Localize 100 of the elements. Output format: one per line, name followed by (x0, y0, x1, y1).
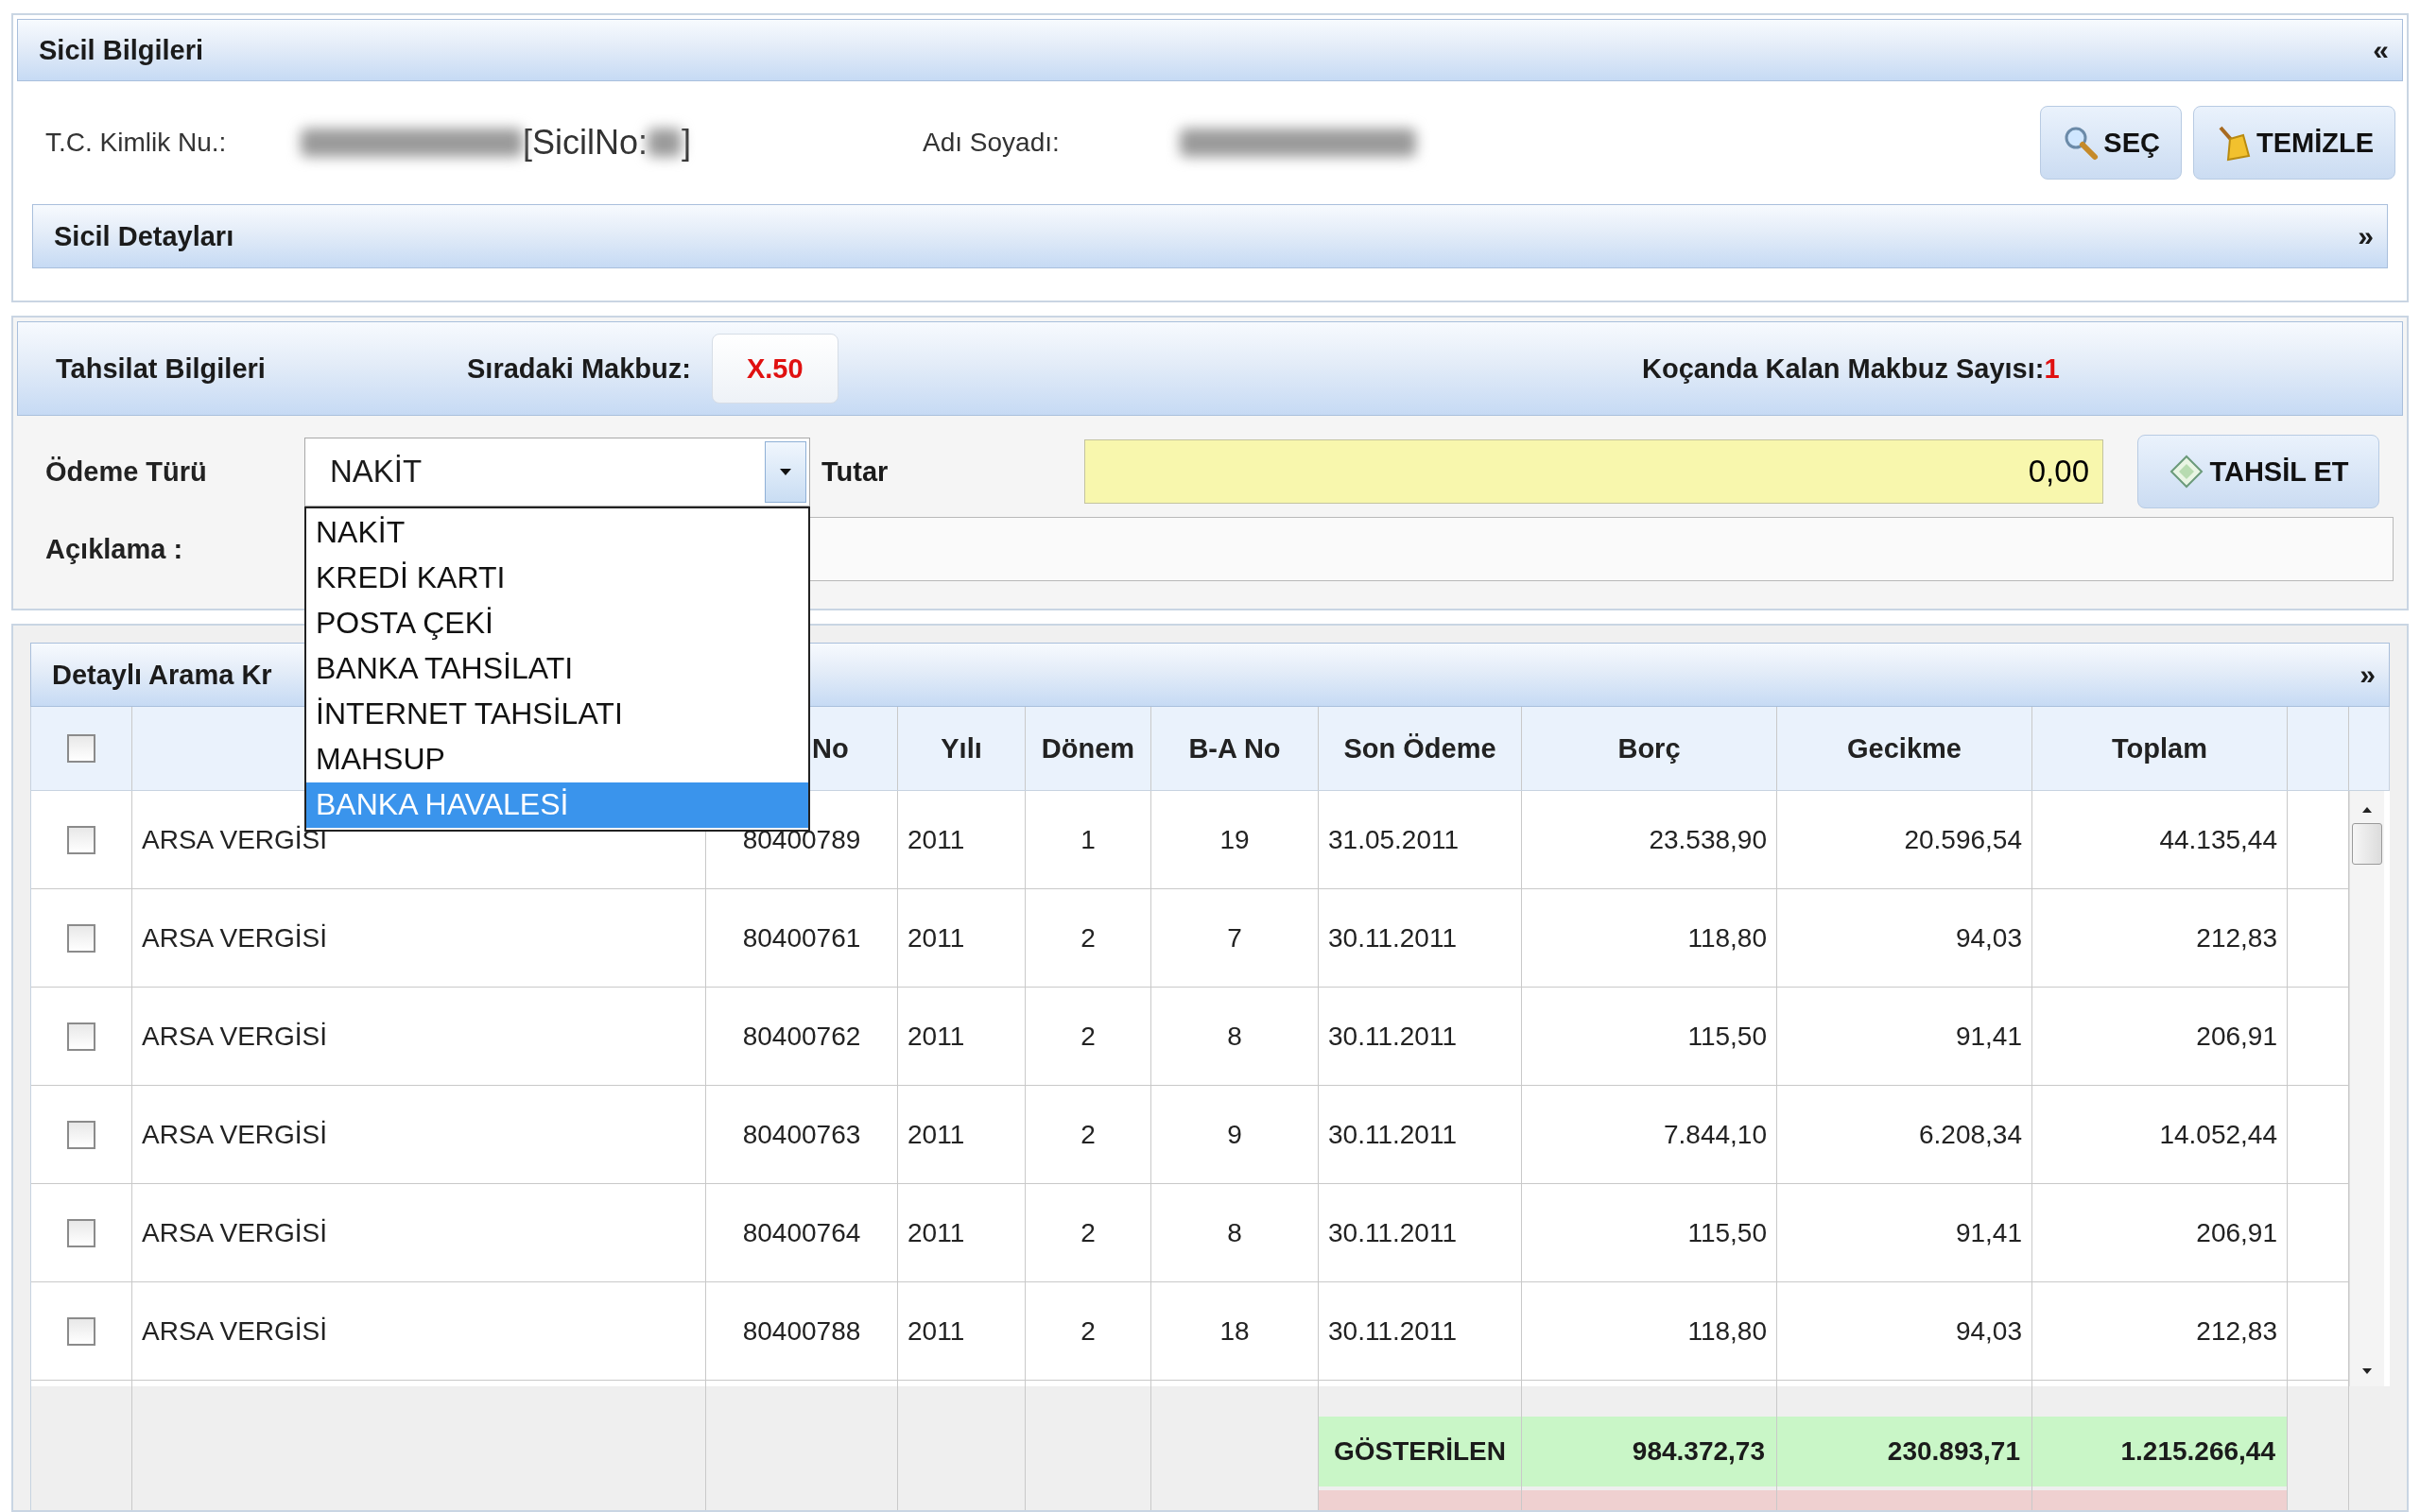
checkbox[interactable] (67, 825, 95, 854)
field-label: Tutar (821, 455, 890, 488)
table-cell: 80400763 (742, 1119, 861, 1150)
collapse-toggle[interactable]: « (2373, 34, 2389, 66)
sicil-number: [SicilNo: (523, 123, 648, 163)
remaining-count: 1 (2044, 352, 2060, 385)
table-cell: 80400761 (742, 922, 861, 954)
table-cell: 2011 (908, 1315, 965, 1347)
payment-type-dropdown[interactable]: NAKİT (304, 437, 810, 507)
section-header[interactable]: Sicil Detayları » (32, 204, 2388, 268)
table-cell: 20.596,54 (1904, 824, 2022, 855)
checkbox[interactable] (67, 1022, 95, 1051)
checkbox[interactable] (67, 1316, 95, 1346)
table-cell: 2011 (908, 824, 965, 855)
receipt-label: Sıradaki Makbuz: (467, 352, 691, 385)
column-header[interactable]: Borç (1617, 732, 1681, 765)
table-cell: ARSA VERGİSİ (142, 1021, 328, 1052)
table-cell: 14.052,44 (2159, 1119, 2277, 1150)
checkbox[interactable] (67, 923, 95, 953)
bracket: ] (682, 123, 692, 163)
table-cell: 31.05.2011 (1328, 824, 1460, 855)
table-cell: 1 (1080, 824, 1096, 855)
table-cell: 19 (1219, 824, 1250, 855)
section-title: Sicil Detayları (54, 220, 234, 252)
table-cell: 80400788 (742, 1315, 861, 1347)
field-label: Açıklama : (45, 533, 184, 565)
table-cell: 80400764 (742, 1217, 861, 1248)
clear-button[interactable]: TEMİZLE (2192, 106, 2395, 180)
dropdown-option[interactable]: KREDİ KARTI (306, 555, 808, 601)
table-cell: 2 (1080, 1315, 1096, 1347)
table-cell: 2011 (908, 1217, 965, 1248)
column-header[interactable]: Dönem (1041, 732, 1135, 765)
field-label: Ödeme Türü (45, 455, 208, 488)
scroll-thumb[interactable] (2352, 823, 2382, 865)
table-cell: 2011 (908, 922, 965, 954)
table-cell: 212,83 (2196, 922, 2277, 954)
dropdown-option[interactable]: BANKA TAHSİLATI (306, 645, 808, 692)
table-cell: 44.135,44 (2159, 824, 2277, 855)
table-cell: 30.11.2011 (1328, 922, 1457, 954)
table-cell: 206,91 (2196, 1021, 2277, 1052)
field-label: Adı Soyadı: (923, 128, 1061, 158)
table-cell: 94,03 (1955, 1315, 2022, 1347)
table-cell: 212,83 (2196, 1315, 2277, 1347)
table-cell: 2011 (908, 1119, 965, 1150)
total-value: 230.893,71 (1777, 1417, 2031, 1486)
total-label: GÖSTERİLEN (1319, 1417, 1521, 1486)
table-cell: 30.11.2011 (1328, 1217, 1457, 1248)
table-cell: 91,41 (1955, 1217, 2022, 1248)
table-cell: 2 (1080, 1119, 1096, 1150)
panel-title: Sicil Bilgileri (39, 34, 204, 66)
collect-button[interactable]: TAHSİL ET (2137, 435, 2379, 508)
column-header[interactable]: Toplam (2112, 732, 2207, 765)
column-header[interactable]: No (812, 732, 849, 765)
column-header[interactable]: Son Ödeme (1343, 732, 1496, 765)
total-value: 1.215.266,44 (2032, 1417, 2287, 1486)
expand-toggle[interactable]: » (2360, 659, 2376, 691)
dropdown-option[interactable]: MAHSUP (306, 736, 808, 782)
total-value: 984.372,73 (1522, 1417, 1776, 1486)
table-cell: 118,80 (1687, 922, 1767, 954)
table-cell: ARSA VERGİSİ (142, 1119, 328, 1150)
table-cell: 118,80 (1687, 1315, 1767, 1347)
table-cell: 115,50 (1687, 1021, 1767, 1052)
table-cell: 7 (1227, 922, 1242, 954)
column-header[interactable]: Gecikme (1847, 732, 1962, 765)
table-cell: 8 (1227, 1021, 1242, 1052)
panel-title: Tahsilat Bilgileri (56, 352, 266, 385)
table-cell: ARSA VERGİSİ (142, 922, 328, 954)
checkbox[interactable] (67, 1120, 95, 1149)
scrollbar[interactable] (2349, 791, 2384, 1386)
checkbox[interactable] (67, 1218, 95, 1247)
table-cell: 115,50 (1687, 1217, 1767, 1248)
expand-toggle[interactable]: » (2358, 220, 2374, 252)
table-cell: 91,41 (1955, 1021, 2022, 1052)
table-cell: 6.208,34 (1919, 1119, 2022, 1150)
table-cell: ARSA VERGİSİ (142, 1315, 328, 1347)
table-cell: 8 (1227, 1217, 1242, 1248)
table-cell: 2 (1080, 922, 1096, 954)
section-title: Detaylı Arama Kr (52, 659, 272, 691)
column-header[interactable]: B-A No (1188, 732, 1281, 765)
table-cell: ARSA VERGİSİ (142, 1217, 328, 1248)
table-cell: 30.11.2011 (1328, 1021, 1457, 1052)
table-cell: 2 (1080, 1021, 1096, 1052)
table-cell: 18 (1219, 1315, 1250, 1347)
table-cell: 80400762 (742, 1021, 861, 1052)
table-cell: 30.11.2011 (1328, 1119, 1457, 1150)
blurred-text (648, 129, 683, 157)
select-button[interactable]: SEÇ (2040, 106, 2182, 180)
field-label: T.C. Kimlik Nu.: (45, 128, 228, 158)
checkbox[interactable] (67, 734, 95, 763)
table-cell: 7.844,10 (1664, 1119, 1767, 1150)
remaining-label: Koçanda Kalan Makbuz Sayısı: (1642, 352, 2045, 385)
table-cell: 2011 (908, 1021, 965, 1052)
dropdown-option[interactable]: NAKİT (306, 509, 808, 556)
table-cell: 206,91 (2196, 1217, 2277, 1248)
column-header[interactable]: Yılı (941, 732, 982, 765)
amount-field[interactable]: 0,00 (1084, 439, 2103, 504)
receipt-number: X.50 (711, 334, 838, 404)
table-cell: 94,03 (1955, 922, 2022, 954)
table-cell: 9 (1227, 1119, 1242, 1150)
table-cell: 30.11.2011 (1328, 1315, 1457, 1347)
